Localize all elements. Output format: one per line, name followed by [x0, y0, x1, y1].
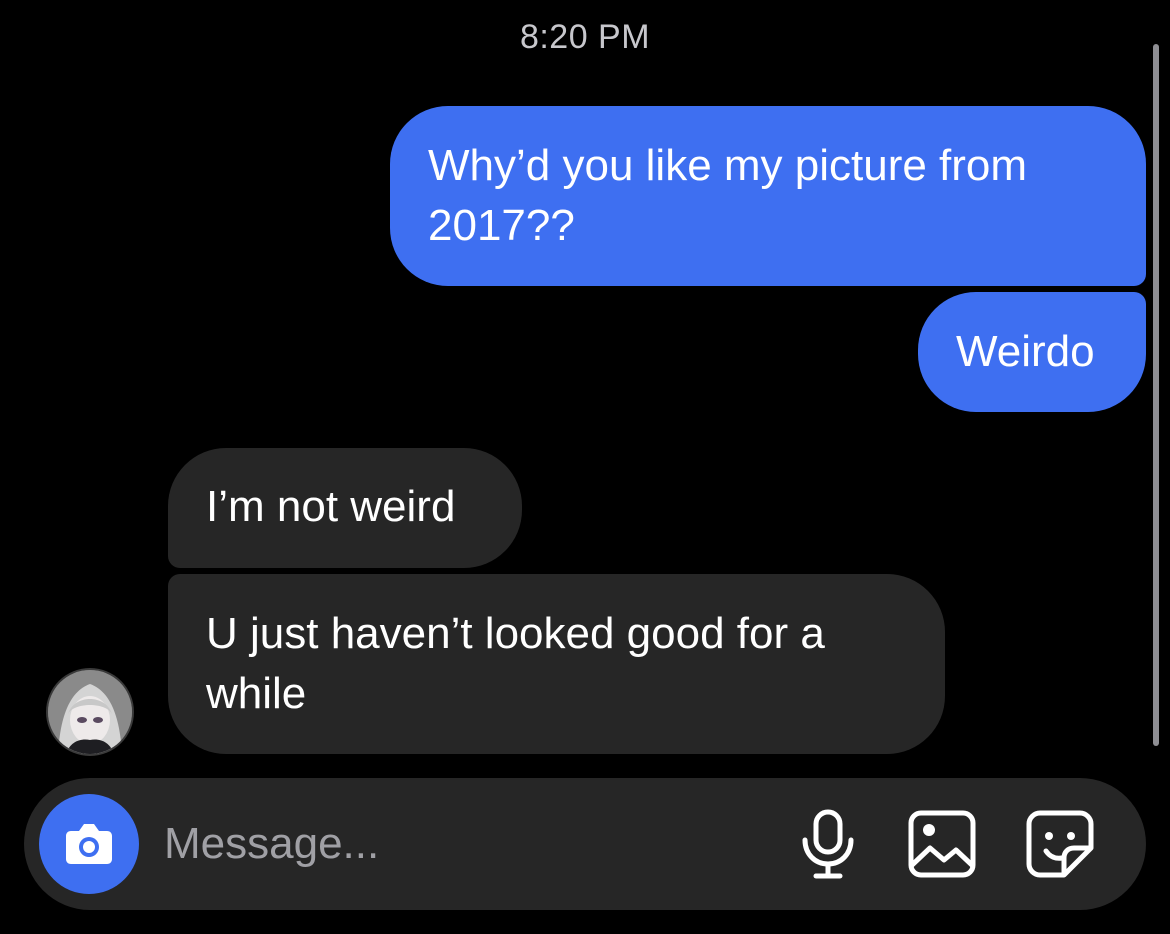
incoming-message-bubble[interactable]: I’m not weird	[168, 448, 522, 568]
camera-button[interactable]	[39, 794, 139, 894]
scrollbar[interactable]	[1153, 44, 1159, 746]
outgoing-message-bubble[interactable]: Weirdo	[918, 292, 1146, 412]
incoming-message-bubble[interactable]: U just haven’t looked good for a while	[168, 574, 945, 754]
outgoing-message-bubble[interactable]: Why’d you like my picture from 2017??	[390, 106, 1146, 286]
sticker-icon[interactable]	[1022, 806, 1098, 882]
message-timestamp: 8:20 PM	[519, 18, 651, 56]
avatar-image	[48, 670, 132, 754]
message-composer	[24, 778, 1146, 910]
message-input[interactable]	[164, 812, 764, 876]
microphone-icon[interactable]	[796, 806, 860, 882]
sender-avatar[interactable]	[48, 670, 132, 754]
camera-icon	[66, 824, 112, 864]
image-gallery-icon[interactable]	[904, 806, 980, 882]
